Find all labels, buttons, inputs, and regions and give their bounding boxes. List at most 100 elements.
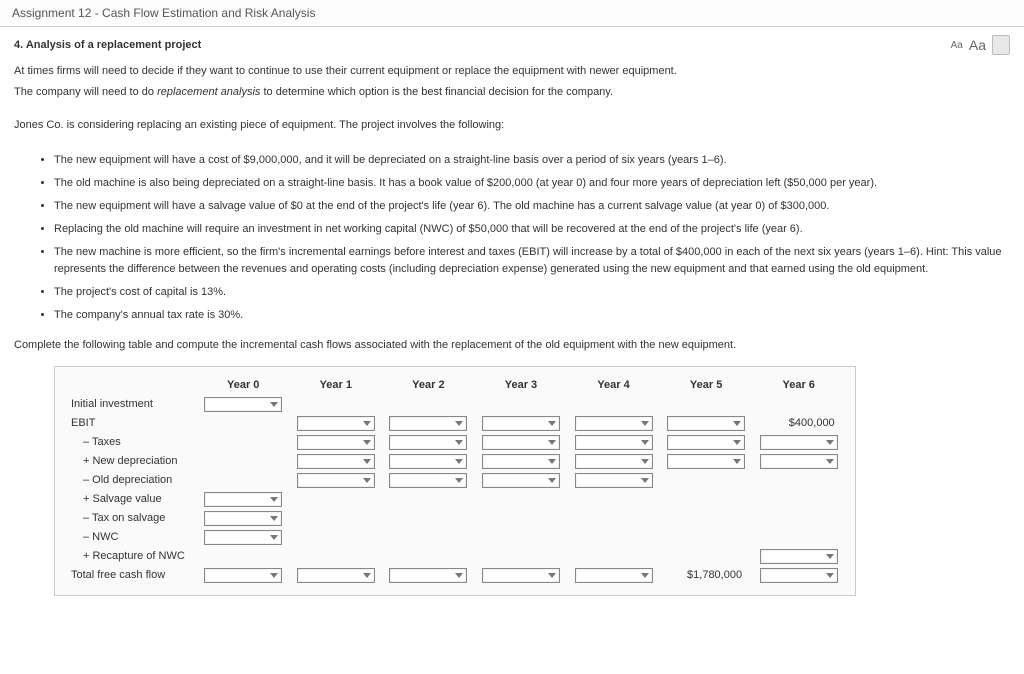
- col-header-y6: Year 6: [752, 375, 845, 395]
- cashflow-table: Year 0 Year 1 Year 2 Year 3 Year 4 Year …: [65, 375, 845, 585]
- chevron-down-icon: [270, 516, 278, 521]
- dropdown-recap-y6[interactable]: [760, 549, 838, 564]
- chevron-down-icon: [548, 478, 556, 483]
- chevron-down-icon: [826, 440, 834, 445]
- chevron-down-icon: [548, 440, 556, 445]
- fact-list: The new equipment will have a cost of $9…: [14, 152, 1010, 324]
- row-label: Initial investment: [65, 395, 197, 414]
- chevron-down-icon: [363, 573, 371, 578]
- dropdown-olddep-y4[interactable]: [575, 473, 653, 488]
- fact-item: Replacing the old machine will require a…: [54, 221, 1010, 238]
- dropdown-taxes-y6[interactable]: [760, 435, 838, 450]
- chevron-down-icon: [455, 440, 463, 445]
- task-instruction: Complete the following table and compute…: [14, 337, 1010, 354]
- chevron-down-icon: [641, 573, 649, 578]
- intro-2-italic: replacement analysis: [157, 86, 260, 98]
- chevron-down-icon: [455, 421, 463, 426]
- fact-item: The old machine is also being depreciate…: [54, 175, 1010, 192]
- chevron-down-icon: [270, 573, 278, 578]
- row-total-free-cash-flow: Total free cash flow $1,780,000: [65, 566, 845, 585]
- row-label: EBIT: [65, 414, 197, 433]
- dropdown-initial-y0[interactable]: [204, 397, 282, 412]
- dropdown-taxes-y2[interactable]: [389, 435, 467, 450]
- chevron-down-icon: [641, 459, 649, 464]
- dropdown-tfcf-y3[interactable]: [482, 568, 560, 583]
- row-taxes: – Taxes: [65, 433, 845, 452]
- dropdown-tfcf-y1[interactable]: [297, 568, 375, 583]
- dropdown-tfcf-y4[interactable]: [575, 568, 653, 583]
- dropdown-salvage-y0[interactable]: [204, 492, 282, 507]
- col-header-y3: Year 3: [475, 375, 568, 395]
- dropdown-taxes-y5[interactable]: [667, 435, 745, 450]
- dropdown-tfcf-y0[interactable]: [204, 568, 282, 583]
- chevron-down-icon: [641, 421, 649, 426]
- row-initial-investment: Initial investment: [65, 395, 845, 414]
- fact-item: The new equipment will have a cost of $9…: [54, 152, 1010, 169]
- dropdown-tfcf-y2[interactable]: [389, 568, 467, 583]
- font-controls: Aa Aa: [951, 35, 1010, 55]
- dropdown-ebit-y2[interactable]: [389, 416, 467, 431]
- dropdown-newdep-y2[interactable]: [389, 454, 467, 469]
- intro-line-1: At times firms will need to decide if th…: [14, 63, 1010, 80]
- dropdown-newdep-y5[interactable]: [667, 454, 745, 469]
- col-header-y2: Year 2: [382, 375, 475, 395]
- dropdown-taxes-y1[interactable]: [297, 435, 375, 450]
- fact-item: The company's annual tax rate is 30%.: [54, 307, 1010, 324]
- chevron-down-icon: [363, 478, 371, 483]
- ebit-y6-value: $400,000: [760, 417, 838, 429]
- chevron-down-icon: [363, 459, 371, 464]
- chevron-down-icon: [733, 459, 741, 464]
- row-label: Total free cash flow: [65, 566, 197, 585]
- chevron-down-icon: [548, 573, 556, 578]
- fact-item: The project's cost of capital is 13%.: [54, 284, 1010, 301]
- intro-line-2: The company will need to do replacement …: [14, 84, 1010, 101]
- row-label: – Taxes: [65, 433, 197, 452]
- question-title: 4. Analysis of a replacement project: [14, 39, 201, 51]
- col-header-y1: Year 1: [290, 375, 383, 395]
- row-salvage-value: + Salvage value: [65, 490, 845, 509]
- row-old-depreciation: – Old depreciation: [65, 471, 845, 490]
- dropdown-taxes-y4[interactable]: [575, 435, 653, 450]
- chevron-down-icon: [270, 402, 278, 407]
- dropdown-taxsalv-y0[interactable]: [204, 511, 282, 526]
- row-label: + Recapture of NWC: [65, 547, 197, 566]
- row-ebit: EBIT $400,000: [65, 414, 845, 433]
- dropdown-taxes-y3[interactable]: [482, 435, 560, 450]
- col-header-blank: [65, 375, 197, 395]
- chevron-down-icon: [363, 440, 371, 445]
- dropdown-newdep-y4[interactable]: [575, 454, 653, 469]
- chevron-down-icon: [641, 478, 649, 483]
- row-recapture-nwc: + Recapture of NWC: [65, 547, 845, 566]
- dropdown-olddep-y1[interactable]: [297, 473, 375, 488]
- calculator-icon[interactable]: [992, 35, 1010, 55]
- dropdown-olddep-y2[interactable]: [389, 473, 467, 488]
- cashflow-table-container: Year 0 Year 1 Year 2 Year 3 Year 4 Year …: [54, 366, 856, 596]
- dropdown-ebit-y3[interactable]: [482, 416, 560, 431]
- font-size-down[interactable]: Aa: [951, 40, 963, 51]
- row-label: – NWC: [65, 528, 197, 547]
- chevron-down-icon: [455, 459, 463, 464]
- chevron-down-icon: [548, 421, 556, 426]
- chevron-down-icon: [826, 554, 834, 559]
- chevron-down-icon: [826, 573, 834, 578]
- row-new-depreciation: + New depreciation: [65, 452, 845, 471]
- row-label: – Tax on salvage: [65, 509, 197, 528]
- dropdown-olddep-y3[interactable]: [482, 473, 560, 488]
- table-header-row: Year 0 Year 1 Year 2 Year 3 Year 4 Year …: [65, 375, 845, 395]
- row-nwc: – NWC: [65, 528, 845, 547]
- dropdown-tfcf-y6[interactable]: [760, 568, 838, 583]
- dropdown-ebit-y1[interactable]: [297, 416, 375, 431]
- intro-2a: The company will need to do: [14, 86, 157, 98]
- col-header-y4: Year 4: [567, 375, 660, 395]
- dropdown-ebit-y4[interactable]: [575, 416, 653, 431]
- dropdown-newdep-y3[interactable]: [482, 454, 560, 469]
- dropdown-ebit-y5[interactable]: [667, 416, 745, 431]
- dropdown-nwc-y0[interactable]: [204, 530, 282, 545]
- chevron-down-icon: [270, 497, 278, 502]
- dropdown-newdep-y6[interactable]: [760, 454, 838, 469]
- font-size-up[interactable]: Aa: [969, 37, 986, 53]
- chevron-down-icon: [733, 440, 741, 445]
- fact-item: The new equipment will have a salvage va…: [54, 198, 1010, 215]
- chevron-down-icon: [548, 459, 556, 464]
- dropdown-newdep-y1[interactable]: [297, 454, 375, 469]
